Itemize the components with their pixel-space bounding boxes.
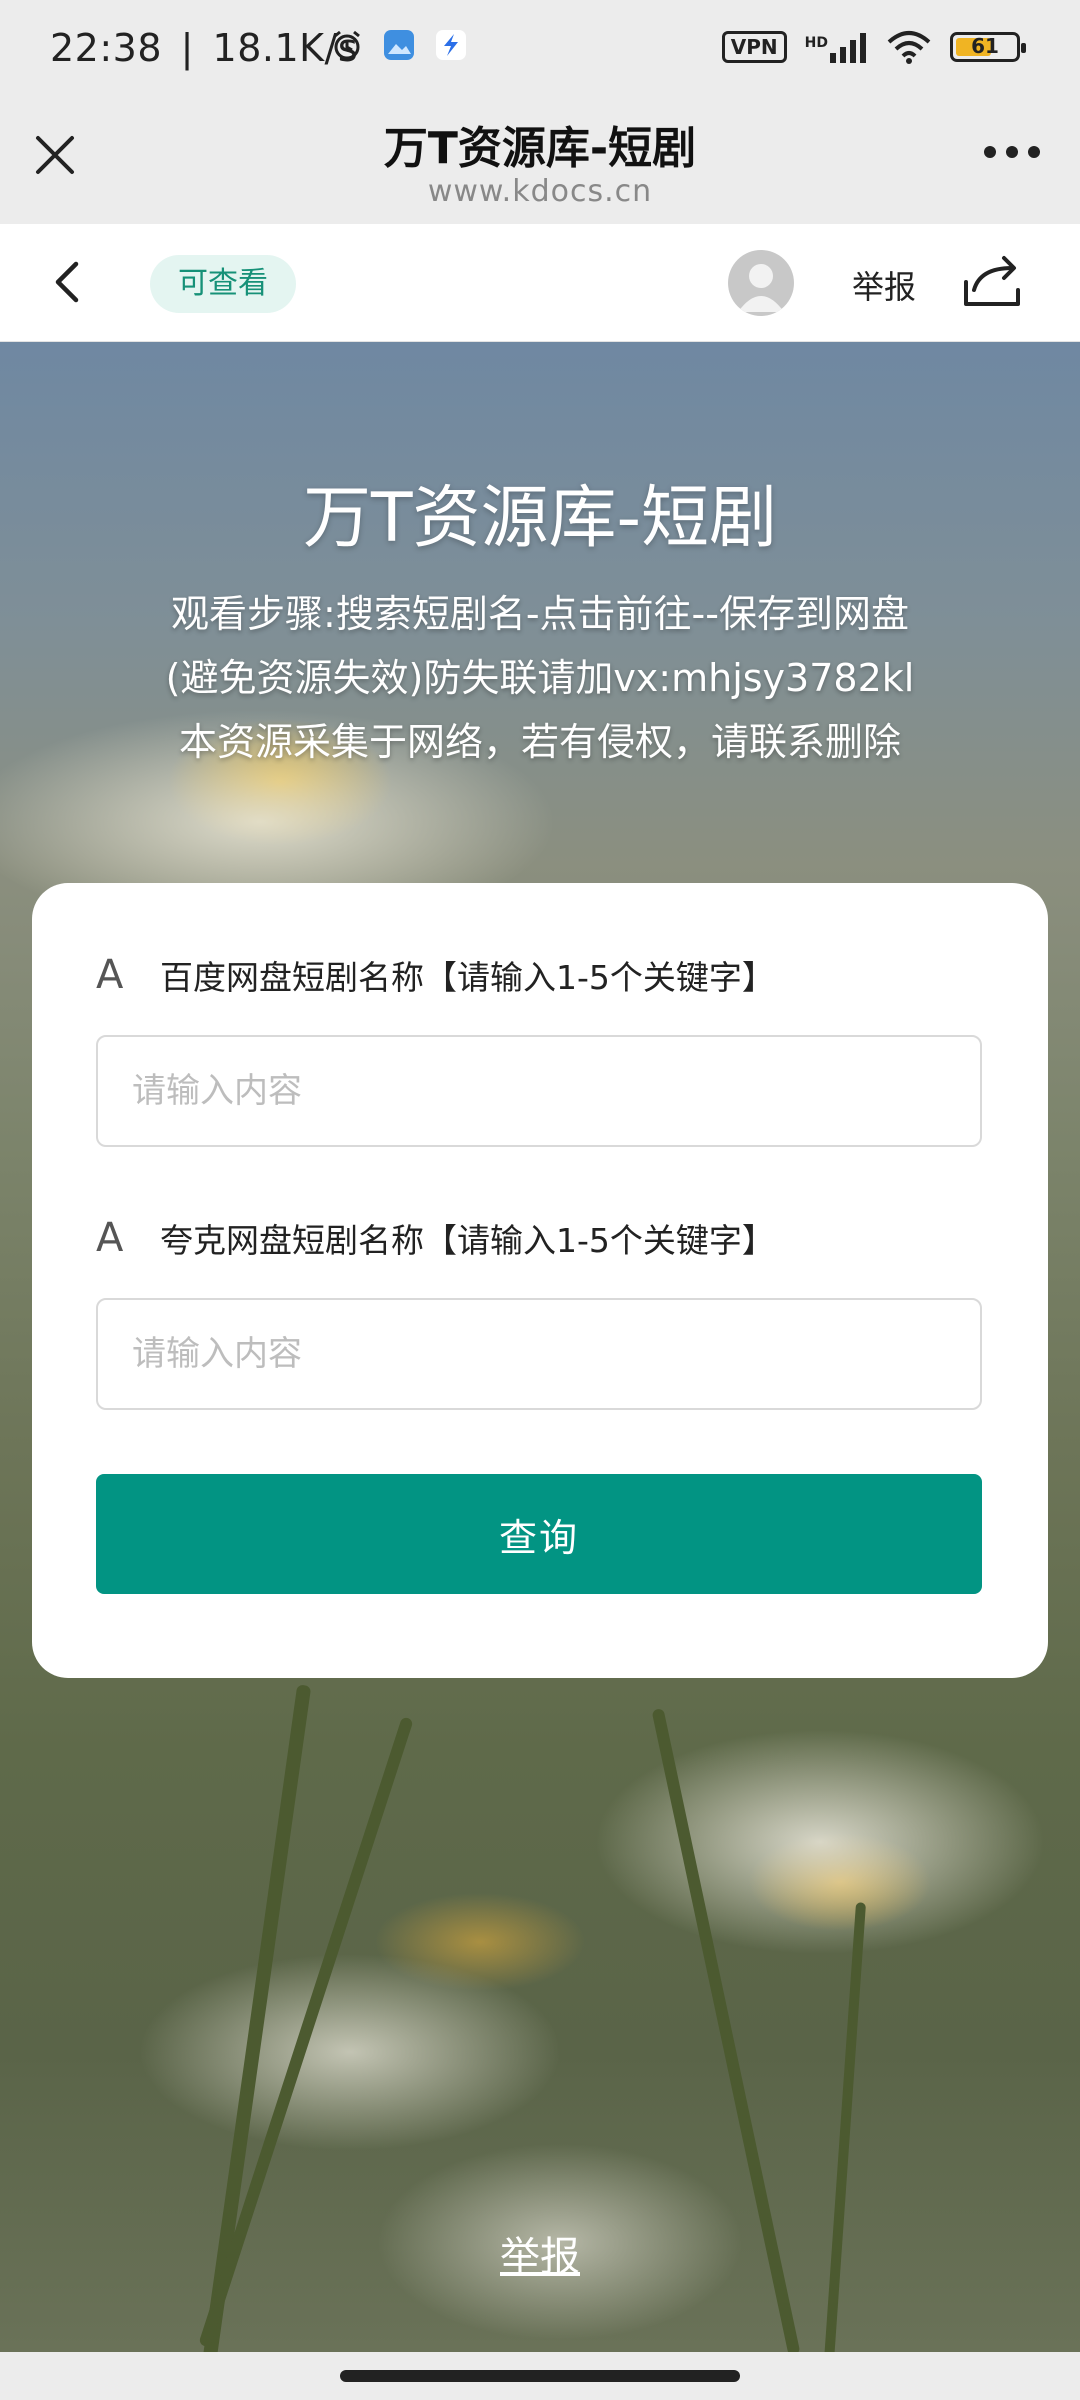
hero-instructions: 观看步骤:搜索短剧名-点击前往--保存到网盘 (避免资源失效)防失联请加vx:m…	[0, 582, 1080, 774]
search-form-card: A 百度网盘短剧名称【请输入1-5个关键字】 A 夸克网盘短剧名称【请输入1-5…	[32, 883, 1048, 1678]
navigation-bar	[0, 2352, 1080, 2400]
system-icons: VPN HD 61	[721, 30, 1026, 64]
hd-label: HD	[804, 35, 828, 51]
baidu-field-label: A 百度网盘短剧名称【请输入1-5个关键字】	[96, 951, 775, 999]
battery-percent: 61	[971, 34, 999, 58]
back-arrow-icon[interactable]	[40, 254, 96, 310]
quark-field-label: A 夸克网盘短剧名称【请输入1-5个关键字】	[96, 1214, 775, 1262]
feishu-app-icon	[436, 30, 466, 60]
report-link[interactable]: 举报	[0, 2224, 1080, 2282]
report-button[interactable]: 举报	[852, 262, 916, 308]
avatar[interactable]	[728, 250, 794, 316]
battery-tip	[1021, 43, 1026, 53]
quark-search-input[interactable]	[96, 1298, 982, 1410]
more-options-icon[interactable]	[984, 146, 1040, 158]
signal-bars-icon	[830, 33, 866, 63]
permission-badge[interactable]: 可查看	[150, 255, 296, 313]
text-field-icon: A	[96, 952, 124, 998]
gallery-app-icon	[384, 30, 414, 60]
dot	[984, 146, 996, 158]
user-avatar-icon	[738, 264, 784, 312]
browser-header: 万T资源库-短剧 www.kdocs.cn	[0, 90, 1080, 224]
vpn-icon: VPN	[721, 31, 787, 63]
status-bar: 22:38 | 18.1K/s VPN HD 61	[0, 0, 1080, 90]
hero-title: 万T资源库-短剧	[302, 479, 778, 558]
form-background: 万T资源库-短剧 观看步骤:搜索短剧名-点击前往--保存到网盘 (避免资源失效)…	[0, 342, 1080, 2352]
share-icon[interactable]	[960, 252, 1026, 312]
home-gesture-bar[interactable]	[340, 2370, 740, 2382]
battery-icon: 61	[950, 32, 1026, 62]
alarm-icon	[334, 30, 360, 60]
flower-stem	[823, 1902, 867, 2352]
separator: |	[180, 26, 194, 70]
dot	[1028, 146, 1040, 158]
instruction-line: (避免资源失效)防失联请加vx:mhjsy3782kl	[165, 656, 915, 700]
cellular-signal-icon: HD	[805, 31, 868, 63]
text-field-icon: A	[96, 1215, 124, 1261]
doc-toolbar: 可查看 举报	[0, 224, 1080, 342]
clock-time: 22:38	[50, 26, 163, 70]
instruction-line: 本资源采集于网络，若有侵权，请联系删除	[178, 720, 901, 764]
instruction-line: 观看步骤:搜索短剧名-点击前往--保存到网盘	[171, 592, 909, 636]
query-button[interactable]: 查询	[96, 1474, 982, 1594]
dot	[1006, 146, 1018, 158]
wifi-icon	[887, 31, 931, 64]
status-time: 22:38 | 18.1K/s	[50, 26, 358, 70]
page-title: 万T资源库-短剧	[383, 123, 697, 174]
quark-field-label-text: 夸克网盘短剧名称【请输入1-5个关键字】	[160, 1221, 775, 1260]
baidu-search-input[interactable]	[96, 1035, 982, 1147]
page-url: www.kdocs.cn	[427, 174, 653, 209]
notification-icons	[330, 28, 468, 62]
baidu-field-label-text: 百度网盘短剧名称【请输入1-5个关键字】	[160, 958, 775, 997]
